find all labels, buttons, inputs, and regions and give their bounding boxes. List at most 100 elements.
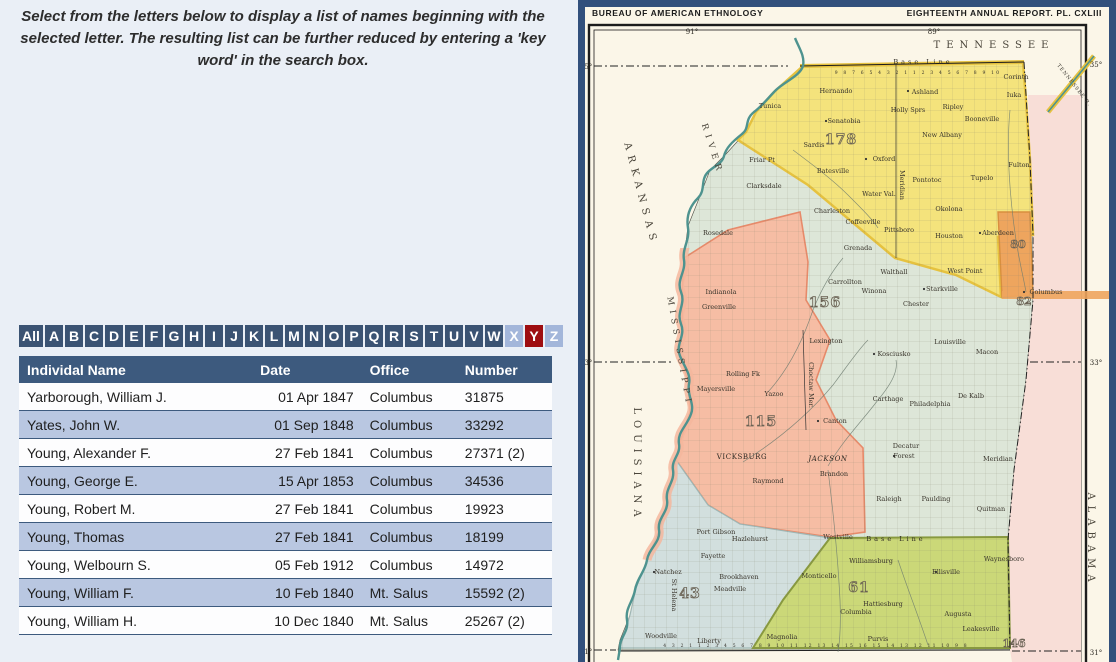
- town-label: Hazlehurst: [732, 535, 769, 543]
- letter-u[interactable]: U: [445, 325, 463, 347]
- cell-date: 27 Feb 1841: [252, 438, 362, 467]
- letter-b[interactable]: B: [65, 325, 83, 347]
- town-label: Tupelo: [971, 174, 994, 182]
- cell-number: 14972: [456, 550, 552, 579]
- town-label: Houston: [935, 232, 963, 240]
- intro-text: Select from the letters below to display…: [20, 8, 546, 69]
- table-row: Young, Welbourn S. 05 Feb 1912 Columbus 149…: [19, 550, 552, 579]
- meridian-label: Meridian: [898, 170, 906, 200]
- letter-r[interactable]: R: [385, 325, 403, 347]
- letter-x[interactable]: X: [505, 325, 523, 347]
- cell-number: 27371 (2): [456, 438, 552, 467]
- letter-h[interactable]: H: [185, 325, 203, 347]
- map-plate: BUREAU OF AMERICAN ETHNOLOGY EIGHTEENTH …: [578, 0, 1116, 662]
- letter-e[interactable]: E: [125, 325, 143, 347]
- cell-name: Young, William F.: [19, 578, 253, 607]
- col-header-date: Date: [252, 356, 362, 383]
- cell-office: Columbus: [361, 383, 457, 411]
- cell-number: 33292: [456, 410, 552, 439]
- town-label: Williamsburg: [849, 557, 893, 565]
- region-number-156: 156: [809, 295, 841, 311]
- cell-office: Columbus: [361, 522, 457, 551]
- town-label: Okolona: [935, 205, 962, 213]
- letter-d[interactable]: D: [105, 325, 123, 347]
- town-label: Iuka: [1007, 91, 1022, 99]
- cell-name: Young, Welbourn S.: [19, 550, 253, 579]
- letter-y[interactable]: Y: [525, 325, 543, 347]
- town-label: Fayette: [701, 552, 726, 560]
- town-label: Carthage: [873, 395, 904, 403]
- region-number-80: 80: [1010, 238, 1026, 251]
- base-line-numbers: 9 8 7 6 5 4 3 2 1 1 2 3 4 5 6 7 8 9 10: [835, 70, 1002, 76]
- town-label: Starkville: [926, 285, 958, 293]
- col-header-number: Number: [456, 356, 552, 383]
- letter-a[interactable]: A: [45, 325, 63, 347]
- town-label: Greenville: [702, 303, 736, 311]
- base-line-label: Base Line: [893, 58, 952, 66]
- cell-name: Young, William H.: [19, 606, 253, 635]
- town-label: Meridian: [983, 455, 1013, 463]
- cell-name: Young, George E.: [19, 466, 253, 495]
- town-label: Aberdeen: [981, 229, 1014, 237]
- town-label: Woodville: [645, 632, 677, 640]
- letter-w[interactable]: W: [485, 325, 503, 347]
- town-label: Decatur: [893, 442, 920, 450]
- cell-office: Mt. Salus: [361, 606, 457, 635]
- town-label: Rolling Fk: [726, 370, 760, 378]
- letter-z[interactable]: Z: [545, 325, 563, 347]
- town-label: Paulding: [922, 495, 951, 503]
- cell-number: 18199: [456, 522, 552, 551]
- town-label: Forest: [894, 452, 915, 460]
- cell-date: 27 Feb 1841: [252, 522, 362, 551]
- lat-label: 33°: [1090, 359, 1102, 367]
- town-label: Augusta: [943, 610, 971, 618]
- letter-k[interactable]: K: [245, 325, 263, 347]
- town-label: Fulton: [1008, 161, 1030, 169]
- town-label: Winona: [862, 287, 887, 295]
- town-label: Chester: [903, 300, 930, 308]
- letter-f[interactable]: F: [145, 325, 163, 347]
- town-label: Kosciusko: [877, 350, 910, 358]
- col-header-name: Individal Name: [19, 356, 253, 383]
- letter-l[interactable]: L: [265, 325, 283, 347]
- cell-date: 01 Sep 1848: [252, 410, 362, 439]
- letter-t[interactable]: T: [425, 325, 443, 347]
- town-label: De Kalb: [958, 392, 984, 400]
- town-label: Pontotoc: [913, 176, 942, 184]
- letter-q[interactable]: Q: [365, 325, 383, 347]
- letter-v[interactable]: V: [465, 325, 483, 347]
- letter-c[interactable]: C: [85, 325, 103, 347]
- letter-j[interactable]: J: [225, 325, 243, 347]
- town-label: Port Gibson: [697, 528, 736, 536]
- cell-number: 34536: [456, 466, 552, 495]
- letter-p[interactable]: P: [345, 325, 363, 347]
- town-label: Corinth: [1003, 73, 1028, 81]
- cell-name: Young, Thomas: [19, 522, 253, 551]
- letter-all[interactable]: All: [19, 325, 43, 347]
- town-label: Charleston: [814, 207, 850, 215]
- lat-label: 31°: [1090, 649, 1102, 657]
- town-label: Carrollton: [828, 278, 862, 286]
- letter-n[interactable]: N: [305, 325, 323, 347]
- town-label: Liberty: [697, 637, 721, 645]
- cell-number: 31875: [456, 383, 552, 411]
- letter-m[interactable]: M: [285, 325, 303, 347]
- letter-g[interactable]: G: [165, 325, 183, 347]
- letter-i[interactable]: I: [205, 325, 223, 347]
- town-label: Quitman: [977, 505, 1005, 513]
- table-row: Young, William F. 10 Feb 1840 Mt. Salus 155…: [19, 578, 552, 607]
- town-label: Ashland: [911, 88, 939, 96]
- table-row: Young, Alexander F. 27 Feb 1841 Columbus 27…: [19, 438, 552, 467]
- table-row: Yates, John W. 01 Sep 1848 Columbus 33292: [19, 410, 552, 439]
- town-label: Indianola: [706, 288, 737, 296]
- letter-s[interactable]: S: [405, 325, 423, 347]
- town-label: Ellisville: [932, 568, 960, 576]
- town-label: Raleigh: [876, 495, 901, 503]
- town-label: Canton: [823, 417, 847, 425]
- choctaw-meridian-label: Choctaw Mer.: [807, 362, 815, 408]
- region-number-61: 61: [848, 580, 869, 596]
- town-label: Pittsboro: [884, 226, 914, 234]
- town-label: Rosedale: [703, 229, 733, 237]
- town-label: Mayersville: [697, 385, 735, 393]
- letter-o[interactable]: O: [325, 325, 343, 347]
